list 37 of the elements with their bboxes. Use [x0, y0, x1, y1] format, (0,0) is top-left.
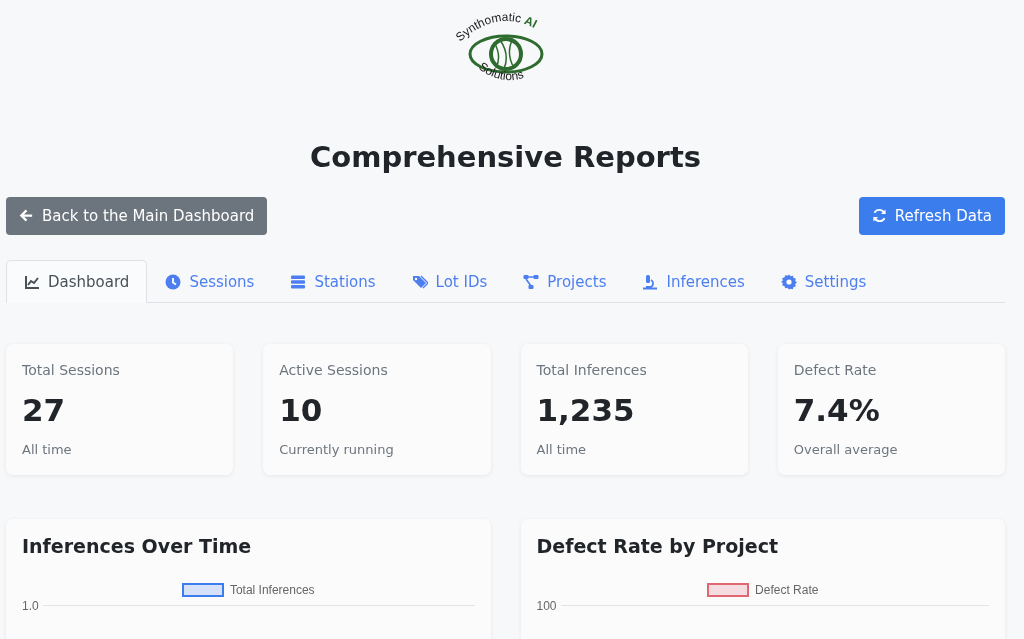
microscope-icon — [642, 273, 659, 290]
stat-value: 1,235 — [536, 391, 636, 428]
stat-note: Currently running — [279, 441, 395, 457]
stat-value: 7.4% — [793, 391, 881, 428]
settings-icon — [780, 273, 797, 290]
legend-label: Total Inferences — [229, 582, 315, 597]
arrow-left-icon — [19, 208, 34, 224]
refresh-button[interactable]: Refresh Data — [858, 196, 1005, 235]
stat-note: All time — [536, 441, 588, 457]
chart-title: Inferences Over Time — [22, 534, 253, 557]
back-button[interactable]: Back to the Main Dashboard — [6, 196, 268, 235]
tab[interactable]: Settings — [762, 259, 885, 303]
server-icon — [290, 273, 307, 290]
tab[interactable]: Lot IDs — [393, 259, 506, 303]
stat-value: 27 — [22, 391, 67, 428]
stat-value: 10 — [279, 391, 324, 428]
tags-icon — [411, 273, 428, 290]
chart-title: Defect Rate by Project — [536, 534, 779, 557]
stat-label: Defect Rate — [793, 361, 878, 378]
legend-label: Defect Rate — [755, 582, 819, 597]
tab[interactable]: Inferences — [624, 259, 763, 303]
stat-note: All time — [22, 441, 73, 457]
refresh-icon — [871, 208, 887, 224]
tab[interactable]: Stations — [272, 259, 394, 303]
diagram-icon — [523, 273, 540, 290]
clock-icon — [165, 273, 182, 290]
tab[interactable]: Projects — [505, 259, 625, 303]
page-title: Comprehensive Reports — [308, 140, 703, 175]
tab[interactable]: Sessions — [147, 259, 273, 303]
stat-note: Overall average — [793, 441, 899, 457]
axis-tick-label: 1.0 — [22, 598, 39, 613]
stat-label: Total Inferences — [536, 361, 648, 378]
axis-tick-label: 100 — [536, 598, 557, 613]
line-chart-icon — [24, 273, 40, 290]
stat-label: Active Sessions — [279, 361, 389, 378]
tab[interactable]: Dashboard — [6, 259, 148, 303]
stat-label: Total Sessions — [22, 361, 121, 378]
